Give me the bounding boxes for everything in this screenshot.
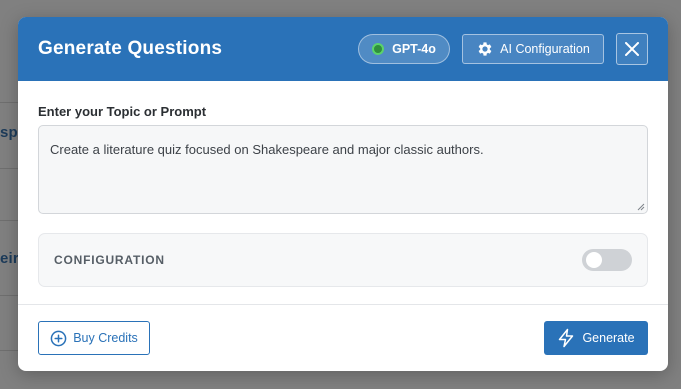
configuration-toggle[interactable] (582, 249, 632, 271)
dialog-header: Generate Questions GPT-4o AI Configurati… (18, 17, 668, 81)
resize-handle-icon[interactable] (637, 203, 645, 211)
buy-credits-label: Buy Credits (73, 331, 138, 345)
background-text-fragment: eir (0, 250, 18, 267)
dialog-title: Generate Questions (38, 38, 223, 59)
plus-circle-icon (50, 330, 67, 346)
ai-configuration-button[interactable]: AI Configuration (462, 34, 604, 64)
model-badge[interactable]: GPT-4o (358, 34, 450, 64)
prompt-label: Enter your Topic or Prompt (38, 104, 207, 119)
configuration-panel: CONFIGURATION (38, 233, 648, 287)
model-label: GPT-4o (392, 42, 436, 56)
generate-label: Generate (582, 331, 635, 345)
ai-configuration-label: AI Configuration (500, 42, 590, 56)
prompt-text: Create a literature quiz focused on Shak… (50, 142, 484, 157)
toggle-knob (586, 252, 602, 268)
dialog-body: Enter your Topic or Prompt Create a lite… (18, 81, 668, 287)
generate-button[interactable]: Generate (544, 321, 648, 355)
lightning-icon (559, 328, 574, 348)
prompt-textarea[interactable]: Create a literature quiz focused on Shak… (38, 125, 648, 214)
gear-icon (478, 42, 492, 56)
background-text-fragment: spl (0, 124, 18, 141)
status-dot-icon (372, 43, 385, 55)
buy-credits-button[interactable]: Buy Credits (38, 321, 150, 355)
configuration-label: CONFIGURATION (54, 253, 165, 267)
close-button[interactable] (616, 33, 648, 65)
close-icon (625, 42, 639, 56)
generate-questions-dialog: Generate Questions GPT-4o AI Configurati… (18, 17, 668, 371)
footer-divider (18, 304, 668, 305)
